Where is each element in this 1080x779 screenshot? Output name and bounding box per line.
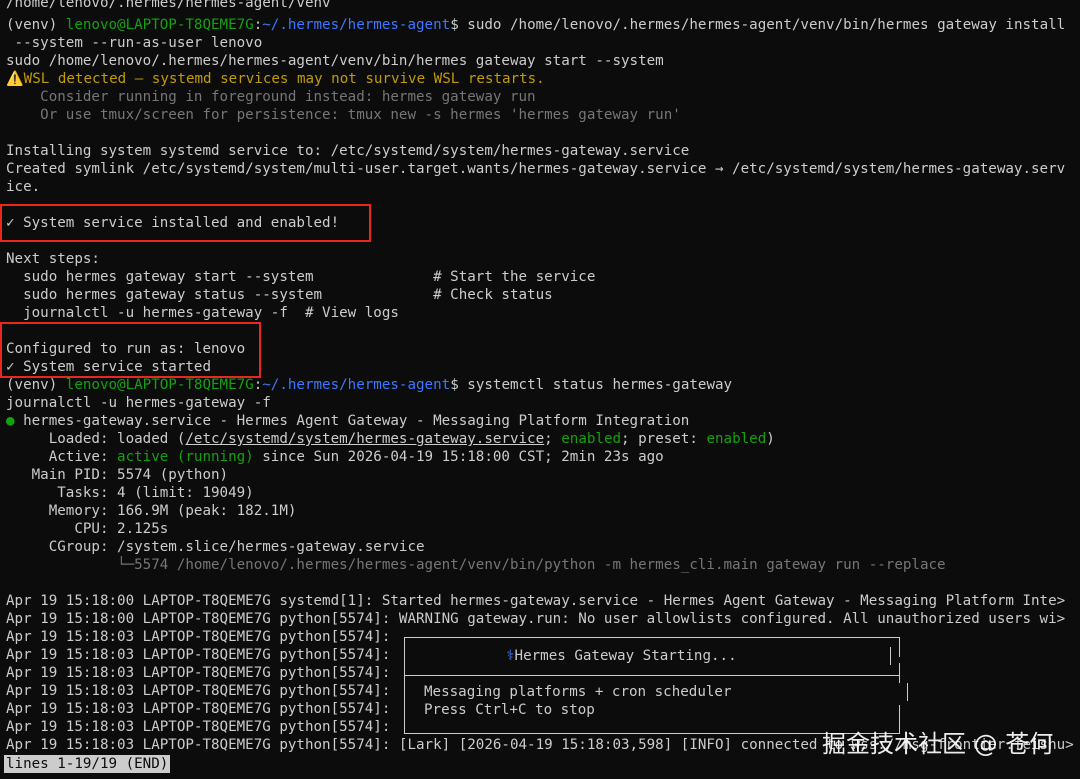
status-active-line: Active: active (running) since Sun 2026-… <box>6 448 664 466</box>
preset-label: ; preset: <box>621 431 707 447</box>
journal-line: Apr 19 15:18:03 LAPTOP-T8QEME7G python[5… <box>6 719 391 735</box>
status-cgroup: CGroup: /system.slice/hermes-gateway.ser… <box>6 539 425 555</box>
prompt-line-2: (venv) lenovo@LAPTOP-T8QEME7G:~/.hermes/… <box>6 376 732 394</box>
caduceus-icon: ⚕ <box>506 648 515 664</box>
prompt-separator: : <box>253 377 263 393</box>
journal-line: Apr 19 15:18:03 LAPTOP-T8QEME7G python[5… <box>6 683 391 699</box>
hint-tmux: Or use tmux/screen for persistence: tmux… <box>6 107 681 123</box>
command-line-journalctl: journalctl -u hermes-gateway -f <box>6 395 271 411</box>
preset-status: enabled <box>706 431 767 447</box>
status-loaded-line: Loaded: loaded (/etc/systemd/system/herm… <box>6 430 775 448</box>
next-step-3: journalctl -u hermes-gateway -f # View l… <box>6 305 399 321</box>
status-mainpid: Main PID: 5574 (python) <box>6 467 229 483</box>
next-steps-heading: Next steps: <box>6 251 100 267</box>
wsl-warning: ⚠️WSL detected — systemd services may no… <box>6 70 545 88</box>
loaded-label: Loaded: <box>6 431 118 447</box>
prompt-path: ~/.hermes/hermes-agent <box>262 377 451 393</box>
sudo-echo: sudo /home/lenovo/.hermes/hermes-agent/v… <box>6 53 664 69</box>
active-since: since Sun 2026-04-19 15:18:00 CST; 2min … <box>253 449 664 465</box>
user-host: lenovo@LAPTOP-T8QEME7G <box>65 17 254 33</box>
banner-left-border <box>404 637 405 734</box>
hint-foreground: Consider running in foreground instead: … <box>6 89 536 105</box>
banner-right-border-3 <box>907 683 908 701</box>
journal-line: Apr 19 15:18:03 LAPTOP-T8QEME7G python[5… <box>6 701 391 717</box>
banner-right-border <box>899 637 900 657</box>
highlight-box-installed <box>0 204 371 242</box>
active-dot-icon: ● <box>6 413 15 429</box>
watermark: 掘金技术社区 @ 苍何 <box>822 730 1054 758</box>
unit-description: hermes-gateway.service - Hermes Agent Ga… <box>14 413 690 429</box>
highlight-box-started <box>0 322 261 378</box>
banner-title-text: Hermes Gateway Starting... <box>514 648 737 664</box>
pager-status: lines 1-19/19 (END) <box>4 755 171 773</box>
journal-line: Apr 19 15:18:03 LAPTOP-T8QEME7G python[5… <box>6 665 391 681</box>
loaded-separator: ; <box>544 431 562 447</box>
prompt-dollar: $ <box>450 17 468 33</box>
prompt-separator: : <box>253 17 263 33</box>
status-tasks: Tasks: 4 (limit: 19049) <box>6 485 254 501</box>
banner-top-border <box>404 637 900 638</box>
banner-line-2: Press Ctrl+C to stop <box>424 702 595 718</box>
banner-divider <box>404 675 900 676</box>
journal-line: Apr 19 15:18:00 LAPTOP-T8QEME7G systemd[… <box>6 593 1066 609</box>
loaded-end: ) <box>766 431 775 447</box>
next-step-1: sudo hermes gateway start --system # Sta… <box>6 269 596 285</box>
installing-line: Installing system systemd service to: /e… <box>6 143 690 159</box>
symlink-line: Created symlink /etc/systemd/system/mult… <box>6 161 1066 177</box>
venv-indicator: (venv) <box>6 17 66 33</box>
top-partial-line: /home/lenovo/.hermes/hermes-agent/venv <box>6 0 331 11</box>
loaded-state: loaded ( <box>117 431 186 447</box>
journal-line: Apr 19 15:18:03 LAPTOP-T8QEME7G python[5… <box>6 629 391 645</box>
enabled-status: enabled <box>561 431 622 447</box>
prompt-line-1: (venv) lenovo@LAPTOP-T8QEME7G:~/.hermes/… <box>6 16 1065 34</box>
prompt-dollar: $ <box>450 377 468 393</box>
command-text: systemctl status hermes-gateway <box>467 377 733 393</box>
wsl-warning-text: WSL detected — systemd services may not … <box>23 71 545 87</box>
command-wrap: --system --run-as-user lenovo <box>6 35 263 51</box>
journal-line: Apr 19 15:18:03 LAPTOP-T8QEME7G python[5… <box>6 647 391 663</box>
symlink-wrap: ice. <box>6 179 41 195</box>
venv-indicator: (venv) <box>6 377 66 393</box>
terminal-window[interactable]: /home/lenovo/.hermes/hermes-agent/venv (… <box>0 0 1080 779</box>
banner-title: ⚕Hermes Gateway Starting... <box>506 647 737 665</box>
journal-line: Apr 19 15:18:00 LAPTOP-T8QEME7G python[5… <box>6 611 1066 627</box>
next-step-2: sudo hermes gateway status --system # Ch… <box>6 287 553 303</box>
active-label: Active: <box>6 449 118 465</box>
status-cgroup-child: └─5574 /home/lenovo/.hermes/hermes-agent… <box>6 557 946 573</box>
unit-file-path: /etc/systemd/system/hermes-gateway.servi… <box>185 431 545 447</box>
banner-line-1: Messaging platforms + cron scheduler <box>424 684 732 700</box>
warning-icon: ⚠️ <box>6 71 24 87</box>
command-text: sudo /home/lenovo/.hermes/hermes-agent/v… <box>467 17 1066 33</box>
status-unit-line: ● hermes-gateway.service - Hermes Agent … <box>6 412 689 430</box>
banner-right-border-2 <box>899 663 900 683</box>
banner-title-end <box>890 647 891 665</box>
active-status: active (running) <box>117 449 254 465</box>
prompt-path: ~/.hermes/hermes-agent <box>262 17 451 33</box>
status-cpu: CPU: 2.125s <box>6 521 169 537</box>
status-memory: Memory: 166.9M (peak: 182.1M) <box>6 503 297 519</box>
user-host: lenovo@LAPTOP-T8QEME7G <box>65 377 254 393</box>
